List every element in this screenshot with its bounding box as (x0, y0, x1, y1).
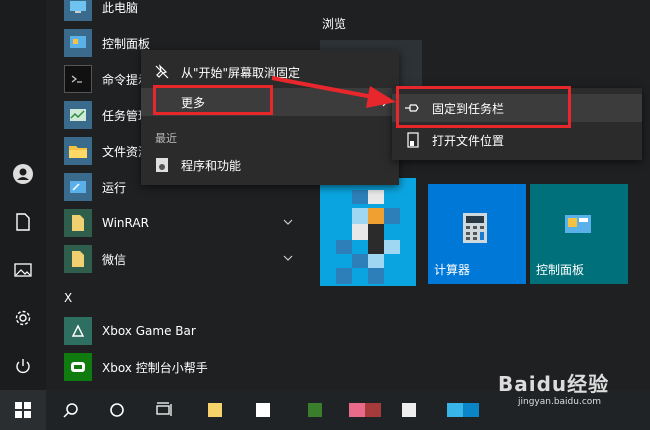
task-view-icon (156, 402, 172, 416)
calculator-icon (463, 213, 487, 243)
app-icon (349, 403, 381, 417)
folder-icon (64, 209, 92, 237)
menu-item-open-file-location[interactable]: 打开文件位置 (392, 126, 642, 154)
taskbar-app-doc[interactable] (246, 390, 280, 430)
app-folder-wechat[interactable]: 微信 (64, 242, 304, 276)
taskbar-app-pink[interactable] (342, 390, 388, 430)
taskbar-app-green[interactable] (298, 390, 332, 430)
watermark-brand: Baidu经验 (498, 372, 610, 396)
folder-icon (64, 245, 92, 273)
chevron-down-icon[interactable] (282, 252, 294, 264)
store-mosaic-icon (336, 190, 400, 284)
folder-icon (208, 403, 222, 417)
highlight-box-pin (396, 86, 571, 128)
highlight-box-more (153, 85, 273, 115)
app-label: 控制面板 (102, 36, 151, 51)
app-label: Xbox Game Bar (102, 324, 196, 338)
run-icon (64, 173, 92, 201)
settings-gear-icon[interactable] (11, 306, 35, 330)
watermark-url: jingyan.baidu.com (518, 397, 602, 407)
monitor-icon (64, 0, 92, 21)
search-button[interactable] (52, 390, 90, 430)
red-arrow-icon (271, 76, 396, 108)
cortana-icon (110, 403, 124, 417)
letter-header-x[interactable]: X (64, 291, 72, 305)
taskbar-app-folder[interactable] (198, 390, 232, 430)
unpin-icon (153, 63, 171, 81)
control-panel-tile-label: 控制面板 (536, 263, 585, 277)
calculator-tile-label: 计算器 (434, 263, 471, 277)
power-icon[interactable] (11, 354, 35, 378)
app-label: Xbox 控制台小帮手 (102, 360, 208, 375)
start-left-rail (0, 0, 46, 390)
app-icon (402, 403, 416, 417)
context-menu: 从"开始"屏幕取消固定 更多 最近 程序和功能 (141, 50, 399, 185)
pictures-icon[interactable] (11, 258, 35, 282)
control-panel-icon (565, 215, 591, 233)
cortana-button[interactable] (98, 390, 136, 430)
terminal-icon (64, 65, 92, 93)
app-folder-winrar[interactable]: WinRAR (64, 206, 304, 240)
app-icon (308, 403, 322, 417)
search-icon (63, 403, 78, 418)
document-icon (256, 403, 270, 417)
app-label: 此电脑 (102, 0, 139, 15)
xbox-companion-icon (64, 353, 92, 381)
control-panel-icon (64, 29, 92, 57)
taskbar-app-blue[interactable] (440, 390, 486, 430)
control-panel-tile[interactable]: 控制面板 (530, 184, 628, 284)
xbox-game-bar-icon (64, 317, 92, 345)
app-label: 微信 (102, 252, 127, 267)
taskbar-app-white[interactable] (392, 390, 426, 430)
user-avatar-icon[interactable] (11, 162, 35, 186)
menu-item-label: 程序和功能 (181, 158, 242, 173)
app-item-xbox-companion[interactable]: Xbox 控制台小帮手 (64, 350, 304, 384)
menu-item-programs-features[interactable]: 程序和功能 (141, 151, 399, 179)
recent-section-header: 最近 (155, 132, 177, 145)
open-location-icon (404, 131, 422, 149)
app-item-this-pc[interactable]: 此电脑 (64, 0, 304, 24)
windows-logo-icon (15, 402, 31, 418)
tile-group-title[interactable]: 浏览 (322, 15, 346, 32)
menu-item-label: 打开文件位置 (432, 133, 505, 148)
app-item-xbox-game-bar[interactable]: Xbox Game Bar (64, 314, 304, 348)
store-tile[interactable] (320, 178, 416, 286)
folder-icon (64, 137, 92, 165)
task-manager-icon (64, 101, 92, 129)
chevron-down-icon[interactable] (282, 216, 294, 228)
baidu-watermark: Baidu经验 jingyan.baidu.com (498, 368, 618, 408)
app-icon (447, 403, 479, 417)
calculator-tile[interactable]: 计算器 (428, 184, 526, 284)
start-button[interactable] (0, 390, 46, 430)
task-view-button[interactable] (146, 390, 184, 430)
documents-icon[interactable] (11, 210, 35, 234)
app-label: 运行 (102, 180, 127, 195)
app-label: WinRAR (102, 216, 149, 230)
programs-features-icon (153, 156, 171, 174)
